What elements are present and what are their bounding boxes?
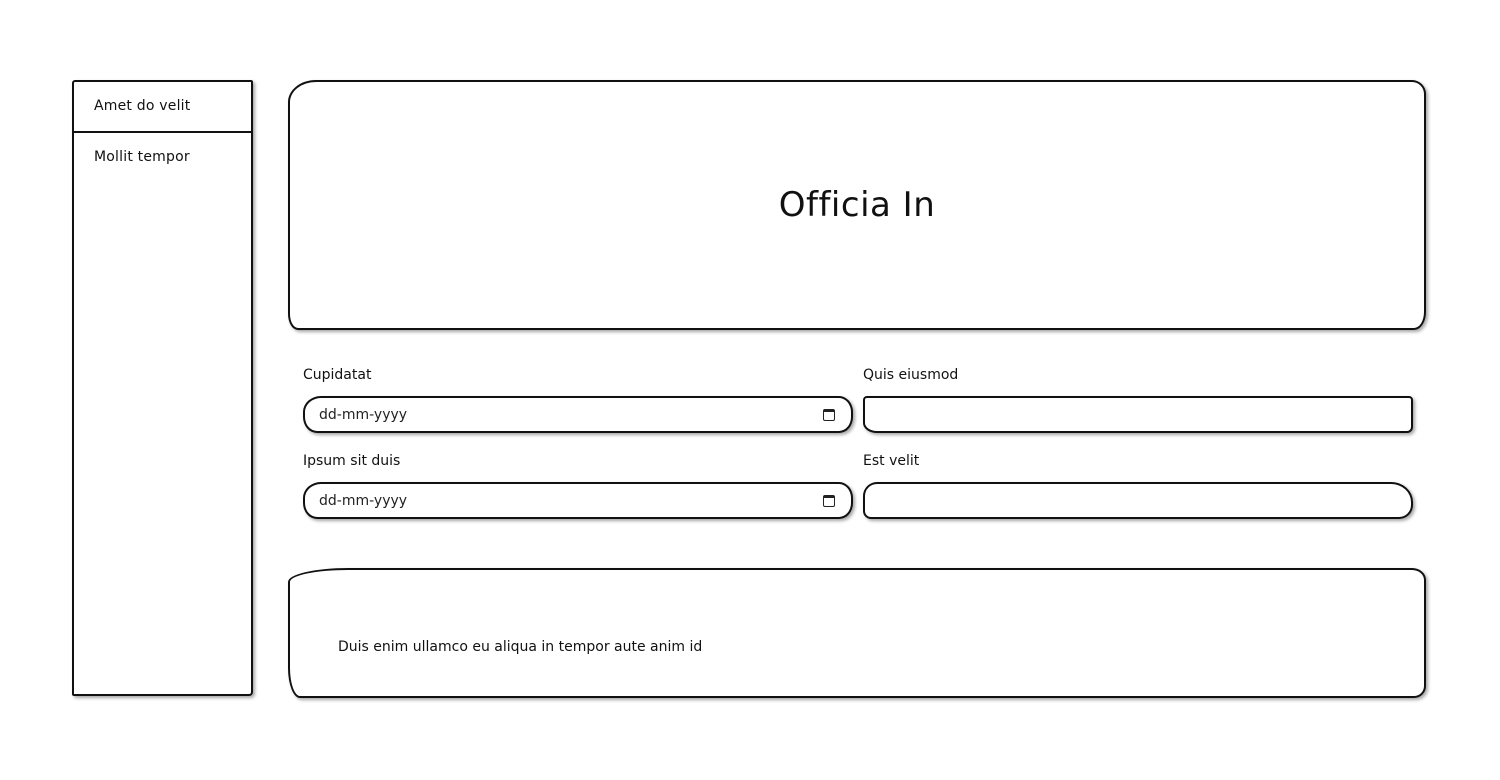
hero-panel: Officia In: [288, 80, 1426, 330]
cupidatat-date-placeholder: dd-mm-yyyy: [319, 406, 408, 423]
cupidatat-label: Cupidatat: [303, 367, 372, 383]
footer-text: Duis enim ullamco eu aliqua in tempor au…: [338, 639, 703, 655]
footer-panel: Duis enim ullamco eu aliqua in tempor au…: [288, 568, 1426, 698]
est-velit-input[interactable]: [863, 482, 1413, 519]
hero-title: Officia In: [778, 185, 936, 225]
sidebar-item-amet-do-velit[interactable]: Amet do velit: [74, 82, 251, 133]
calendar-icon[interactable]: [823, 494, 835, 507]
cupidatat-date-input[interactable]: dd-mm-yyyy: [303, 396, 853, 433]
quis-eiusmod-input[interactable]: [863, 396, 1413, 433]
est-velit-label: Est velit: [863, 453, 920, 469]
sidebar-item-mollit-tempor[interactable]: Mollit tempor: [74, 133, 251, 182]
ipsum-sit-duis-date-input[interactable]: dd-mm-yyyy: [303, 482, 853, 519]
quis-eiusmod-label: Quis eiusmod: [863, 367, 959, 383]
sidebar: Amet do velit Mollit tempor: [72, 80, 253, 696]
ipsum-sit-duis-label: Ipsum sit duis: [303, 453, 401, 469]
calendar-icon[interactable]: [823, 408, 835, 421]
ipsum-sit-duis-date-placeholder: dd-mm-yyyy: [319, 492, 408, 509]
